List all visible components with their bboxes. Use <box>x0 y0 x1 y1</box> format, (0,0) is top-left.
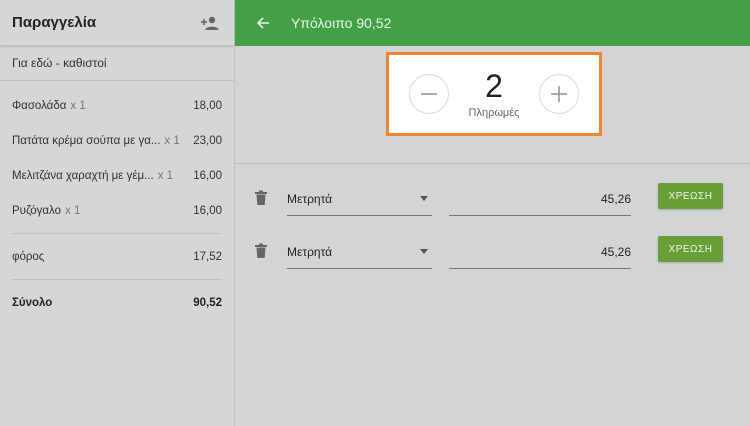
payments-count-label: Πληρωμές <box>468 107 520 119</box>
payment-method-select[interactable]: Μετρητά <box>287 182 432 216</box>
order-item[interactable]: Πατάτα κρέμα σούπα με γα... x 1 23,00 <box>12 123 222 158</box>
payments-counter: 2 Πληρωμές <box>386 52 602 136</box>
minus-icon <box>421 93 437 95</box>
total-label: Σύνολο <box>12 296 53 309</box>
divider <box>235 163 750 164</box>
trash-icon[interactable] <box>254 243 268 259</box>
payment-method-value: Μετρητά <box>287 244 333 259</box>
payment-method-value: Μετρητά <box>287 191 333 206</box>
plus-icon <box>550 86 567 102</box>
item-qty: x 1 <box>65 204 81 217</box>
item-qty: x 1 <box>157 169 174 182</box>
payment-method-select[interactable]: Μετρητά <box>287 235 432 269</box>
payments-count: 2 <box>485 68 503 104</box>
app-bar: Υπόλοιπο 90,52 <box>235 0 750 46</box>
payment-row: Μετρητά 45,26 ΧΡΕΩΣΗ <box>235 235 750 279</box>
decrease-payments-button[interactable] <box>409 74 449 114</box>
person-add-icon[interactable] <box>198 11 222 35</box>
order-type-label: Για εδώ - καθιστοί <box>0 46 234 81</box>
payment-amount-field[interactable]: 45,26 <box>449 235 631 269</box>
item-price: 16,00 <box>193 169 222 182</box>
divider <box>12 233 222 234</box>
order-item[interactable]: Ρυζόγαλο x 1 16,00 <box>12 193 222 228</box>
total-row: Σύνολο 90,52 <box>12 285 222 320</box>
order-title: Παραγγελία <box>12 14 97 31</box>
total-value: 90,52 <box>193 296 222 309</box>
charge-button[interactable]: ΧΡΕΩΣΗ <box>658 183 723 209</box>
tax-row: φόρος 17,52 <box>12 239 222 274</box>
item-qty: x 1 <box>164 134 180 147</box>
item-name: Φασολάδα <box>12 99 67 112</box>
item-name: Ρυζόγαλο <box>12 204 62 217</box>
charge-button[interactable]: ΧΡΕΩΣΗ <box>658 236 723 262</box>
order-items-list: Φασολάδα x 1 18,00 Πατάτα κρέμα σούπα με … <box>0 81 234 320</box>
payment-amount-value: 45,26 <box>600 244 631 259</box>
item-qty: x 1 <box>70 99 86 112</box>
order-header: Παραγγελία <box>0 0 234 46</box>
payment-amount-value: 45,26 <box>600 191 631 206</box>
divider <box>12 279 222 280</box>
trash-icon[interactable] <box>254 190 268 206</box>
payment-amount-field[interactable]: 45,26 <box>449 182 631 216</box>
tax-value: 17,52 <box>193 250 222 263</box>
order-panel: Παραγγελία Για εδώ - καθιστοί Φασολάδα x … <box>0 0 235 426</box>
item-price: 23,00 <box>193 134 222 147</box>
item-price: 18,00 <box>193 99 222 112</box>
caret-down-icon <box>420 249 428 254</box>
arrow-back-icon[interactable] <box>253 13 273 33</box>
increase-payments-button[interactable] <box>538 74 579 114</box>
payments-count-display: 2 Πληρωμές <box>469 69 520 119</box>
item-name: Πατάτα κρέμα σούπα με γα... <box>12 134 161 147</box>
item-price: 16,00 <box>193 204 222 217</box>
order-item[interactable]: Μελιτζάνα χαραχτή με γέμ... x 1 16,00 <box>12 158 222 193</box>
tax-label: φόρος <box>12 250 45 263</box>
remaining-balance-title: Υπόλοιπο 90,52 <box>291 15 392 31</box>
order-item[interactable]: Φασολάδα x 1 18,00 <box>12 88 222 123</box>
payment-row: Μετρητά 45,26 ΧΡΕΩΣΗ <box>235 182 750 226</box>
caret-down-icon <box>420 196 428 201</box>
item-name: Μελιτζάνα χαραχτή με γέμ... <box>12 169 154 182</box>
